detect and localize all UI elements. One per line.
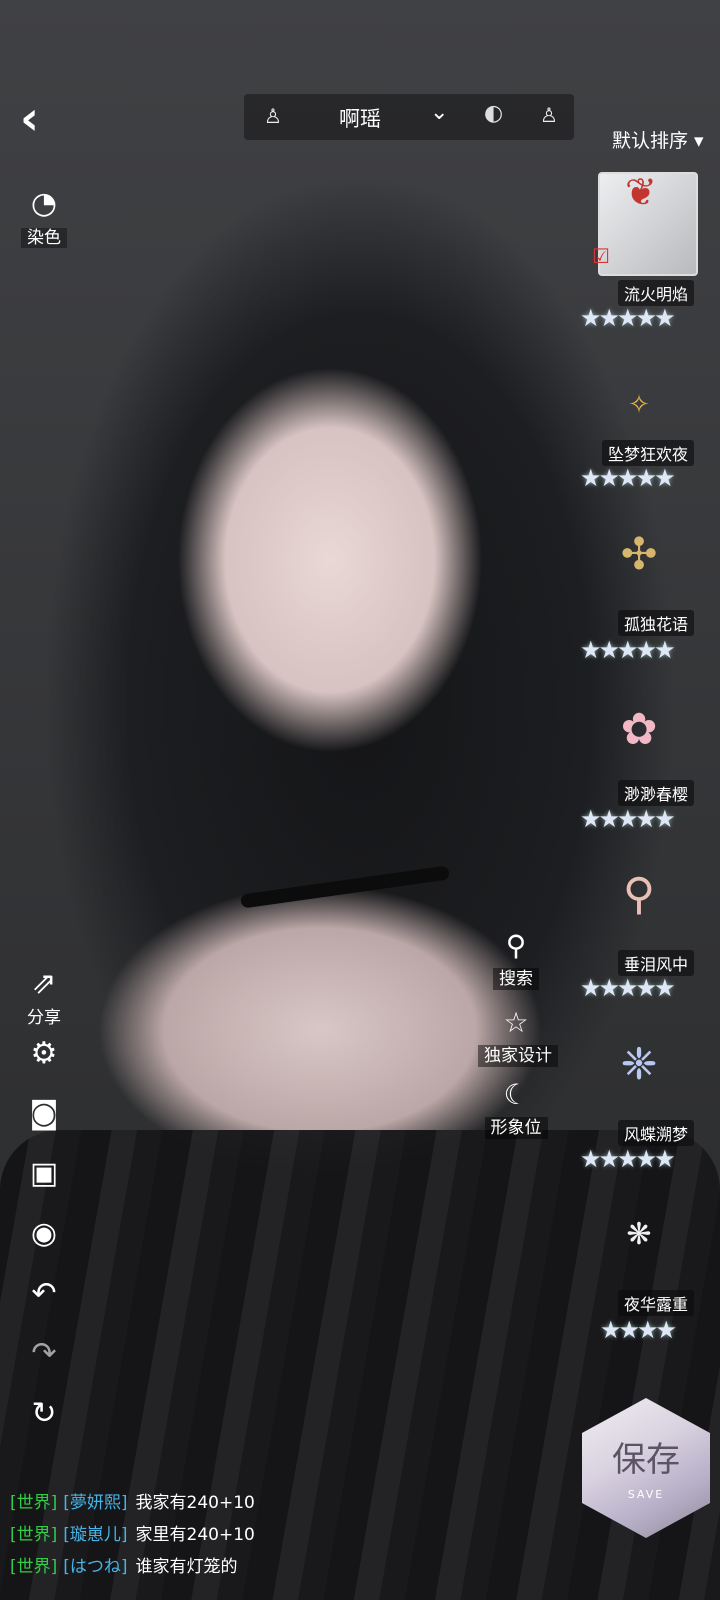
search-icon: ⚲ bbox=[505, 929, 527, 962]
share-label: 分享 bbox=[27, 1008, 61, 1028]
reset-button[interactable]: ↻ bbox=[14, 1395, 74, 1433]
item-name: 垂泪风中 bbox=[617, 950, 694, 976]
chat-user[interactable]: [璇崽儿] bbox=[63, 1525, 127, 1545]
settings-button[interactable]: ⚙ bbox=[14, 1035, 74, 1073]
flame-icon: ❦ bbox=[625, 170, 657, 214]
item-name: 夜华露重 bbox=[617, 1290, 694, 1316]
item-stars: ★★★★★ bbox=[580, 1145, 676, 1173]
undo-icon: ↶ bbox=[31, 1276, 57, 1311]
hairpin-icon: ✣ bbox=[620, 529, 658, 580]
dye-label: 染色 bbox=[21, 228, 67, 248]
undo-button[interactable]: ↶ bbox=[14, 1275, 74, 1313]
image-slot-label: 形象位 bbox=[484, 1117, 548, 1139]
chat-channel: [世界] bbox=[10, 1557, 58, 1577]
chat-message: 谁家有灯笼的 bbox=[135, 1557, 238, 1577]
item-name: 渺渺春樱 bbox=[617, 780, 694, 806]
palette-icon: ◔ bbox=[30, 186, 58, 221]
chat-message: 家里有240+10 bbox=[135, 1525, 255, 1545]
item-stars: ★★★★★ bbox=[580, 805, 676, 833]
item-stars: ★★★★★ bbox=[580, 304, 676, 332]
item-stars: ★★★★★ bbox=[580, 464, 676, 492]
item-stars: ★★★★ bbox=[600, 1316, 677, 1344]
camera-icon: ◙ bbox=[29, 1096, 59, 1131]
hide-ui-button[interactable]: ◉ bbox=[14, 1215, 74, 1253]
item-stars: ★★★★★ bbox=[580, 636, 676, 664]
back-button[interactable]: ‹ bbox=[20, 95, 80, 145]
exclusive-design-button[interactable]: ☆ 独家设计 bbox=[478, 1005, 558, 1067]
dye-button[interactable]: ◔ 染色 bbox=[14, 185, 74, 248]
portrait-icon: ☾ bbox=[503, 1078, 529, 1111]
item-name: 坠梦狂欢夜 bbox=[601, 440, 694, 466]
sort-dropdown[interactable]: 默认排序 ▾ bbox=[612, 126, 704, 153]
chevron-down-icon[interactable]: ⌄ bbox=[430, 100, 448, 125]
dewdrop-icon: ❋ bbox=[626, 1217, 652, 1252]
blossom-icon: ✿ bbox=[620, 704, 658, 755]
share-icon: ⇗ bbox=[31, 966, 57, 1001]
image-slot-button[interactable]: ☾ 形象位 bbox=[478, 1077, 554, 1139]
star-icon: ☆ bbox=[503, 1006, 529, 1039]
check-icon: ☑ bbox=[592, 244, 610, 268]
chat-line[interactable]: [世界] [はつね] 谁家有灯笼的 bbox=[10, 1552, 238, 1577]
search-label: 搜索 bbox=[493, 968, 539, 990]
refresh-icon: ↻ bbox=[31, 1396, 57, 1431]
pose-icon[interactable]: ◐ bbox=[484, 101, 503, 126]
image-icon: ▣ bbox=[29, 1156, 59, 1191]
chat-message: 我家有240+10 bbox=[135, 1493, 255, 1513]
chat-user[interactable]: [はつね] bbox=[63, 1557, 127, 1577]
item-name: 流火明焰 bbox=[617, 280, 694, 306]
character-name: 啊瑶 bbox=[339, 107, 381, 131]
chat-user[interactable]: [夢妍熙] bbox=[63, 1493, 127, 1513]
camera-button[interactable]: ◙ bbox=[14, 1095, 74, 1133]
item-stars: ★★★★★ bbox=[580, 974, 676, 1002]
dress-icon[interactable]: ♙ bbox=[540, 103, 558, 127]
save-label: 保存 bbox=[612, 1440, 680, 1480]
teardrop-icon: ⚲ bbox=[622, 869, 656, 920]
gear-icon: ⚙ bbox=[30, 1036, 58, 1071]
eye-icon: ◉ bbox=[30, 1216, 58, 1251]
sparkle-icon: ✧ bbox=[628, 390, 650, 420]
redo-icon: ↷ bbox=[31, 1336, 57, 1371]
item-name: 风蝶溯梦 bbox=[617, 1120, 694, 1146]
share-button[interactable]: ⇗ 分享 bbox=[14, 965, 74, 1028]
exclusive-design-label: 独家设计 bbox=[478, 1045, 558, 1067]
gallery-button[interactable]: ▣ bbox=[14, 1155, 74, 1193]
search-button[interactable]: ⚲ 搜索 bbox=[478, 928, 554, 990]
chat-line[interactable]: [世界] [璇崽儿] 家里有240+10 bbox=[10, 1520, 255, 1545]
item-name: 孤独花语 bbox=[617, 610, 694, 636]
save-sublabel: SAVE bbox=[627, 1488, 665, 1501]
chat-channel: [世界] bbox=[10, 1493, 58, 1513]
outfit-icon[interactable]: ♙ bbox=[264, 104, 282, 128]
character-name-bar[interactable]: ♙ 啊瑶 ⌄ ◐ ♙ bbox=[244, 94, 574, 140]
chat-line[interactable]: [世界] [夢妍熙] 我家有240+10 bbox=[10, 1488, 255, 1513]
butterfly-icon: ❈ bbox=[620, 1039, 658, 1090]
chat-channel: [世界] bbox=[10, 1525, 58, 1545]
redo-button[interactable]: ↷ bbox=[14, 1335, 74, 1373]
